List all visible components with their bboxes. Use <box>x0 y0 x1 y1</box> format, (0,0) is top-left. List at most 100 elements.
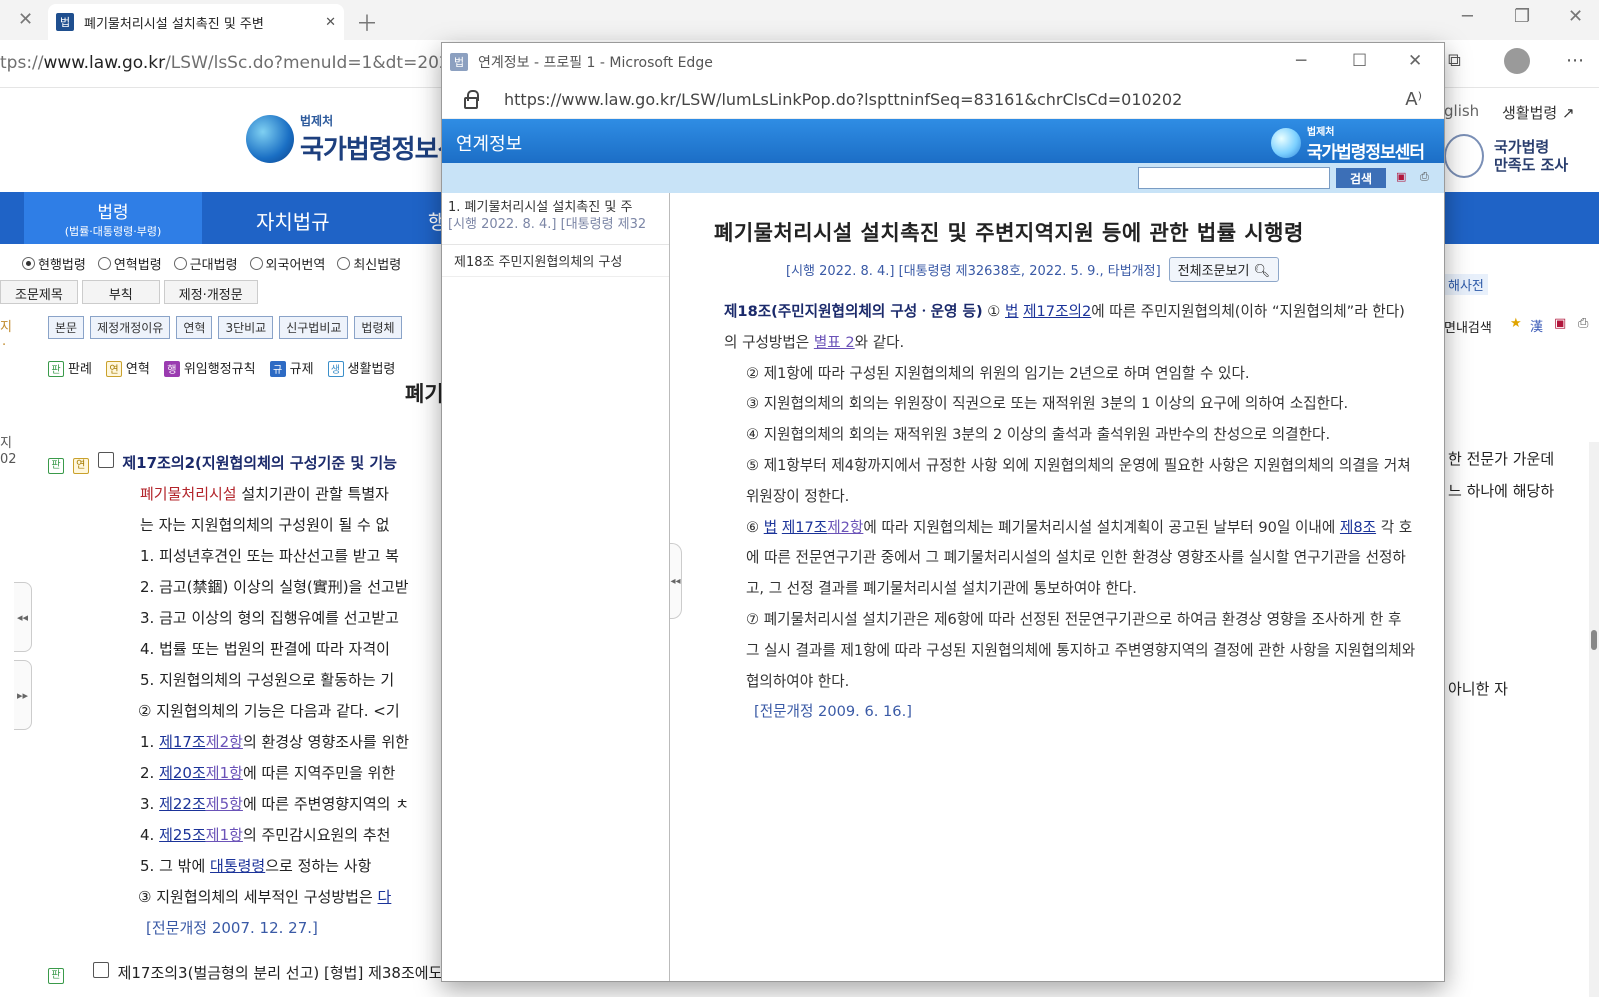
popup-url: https://www.law.go.kr/LSW/lumLsLinkPop.d… <box>504 90 1183 109</box>
article-link[interactable]: 제20조 <box>159 764 206 782</box>
article-link[interactable]: 제25조 <box>159 826 206 844</box>
article-link[interactable]: 제17조의2 <box>1023 303 1091 320</box>
bg-link[interactable]: 다 <box>378 888 392 906</box>
more-icon[interactable]: ⋯ <box>1566 50 1584 71</box>
article-checkbox[interactable] <box>97 452 114 468</box>
collapse-tree-icon[interactable]: ◂◂ <box>670 543 682 619</box>
tree-article-item[interactable]: 제18조 주민지원협의체의 구성 <box>442 245 669 277</box>
side-snip: 지 <box>0 436 12 451</box>
popup-search-input[interactable] <box>1138 167 1330 189</box>
law-link[interactable]: 법 <box>764 519 777 536</box>
site-logo[interactable]: 법제처 국가법령정보센 <box>246 112 461 166</box>
legend-regulation[interactable]: 규 규제 <box>269 358 314 377</box>
tab-addenda[interactable]: 부칙 <box>81 280 160 304</box>
btn-history[interactable]: 연혁 <box>176 316 213 339</box>
bg-scrollbar[interactable] <box>1589 442 1599 997</box>
logo-swirl-icon <box>1270 128 1301 158</box>
save-icon[interactable]: ▣ <box>1554 316 1566 331</box>
legend-history[interactable]: 연 연혁 <box>105 358 150 377</box>
bg-right-fragment: 한 전문가 가운데 <box>1448 450 1555 468</box>
paragraph-6: ⑥ 법 제17조제2항에 따라 지원협의체는 폐기물처리시설 설치계획이 공고된… <box>746 518 1413 598</box>
radio-modern[interactable]: 근대법령 <box>173 254 238 273</box>
tab-close-icon[interactable]: ✕ <box>325 15 336 30</box>
law-link[interactable]: 법 <box>1005 303 1018 320</box>
side-snip: 02 <box>0 452 17 467</box>
article-18: 제18조(주민지원협의체의 구성ㆍ운영 등) ① 법 제17조의2에 따른 주민… <box>724 297 1416 728</box>
restore-icon[interactable]: ❐ <box>1514 6 1530 27</box>
paragraph-3: ③ 지원협의체의 회의는 위원장이 직권으로 또는 재적위원 3분의 1 이상의… <box>746 395 1349 413</box>
hanja-icon[interactable]: 漢 <box>1530 316 1543 335</box>
bg-right-fragment: 아니한 자 <box>1448 680 1508 698</box>
window-close-icon[interactable]: ✕ <box>1568 6 1583 27</box>
law-favicon-icon: 법 <box>450 53 468 71</box>
profile-avatar[interactable] <box>1504 48 1530 74</box>
article-link[interactable]: 제17조 <box>782 519 827 536</box>
paragraph-link[interactable]: 제1항 <box>206 764 243 782</box>
collections-icon[interactable]: ⧉ <box>1448 50 1461 71</box>
popup-logo[interactable]: 법제처 국가법령정보센터 <box>1270 123 1425 163</box>
side-snip: 지 <box>0 320 12 335</box>
legend-precedent[interactable]: 판 판례 <box>48 358 92 377</box>
expand-right-icon[interactable]: ▸▸ <box>14 660 32 730</box>
legend-life-law[interactable]: 생 생활법령 <box>327 358 395 377</box>
radio-latest[interactable]: 최신법령 <box>337 254 401 273</box>
article-checkbox[interactable] <box>92 962 109 978</box>
btn-3way[interactable]: 3단비교 <box>218 316 274 339</box>
radio-history[interactable]: 연혁법령 <box>97 254 162 273</box>
popup-maximize-icon[interactable]: ☐ <box>1352 51 1367 71</box>
paragraph-link[interactable]: 제2항 <box>206 733 243 751</box>
browser-tabbar: ✕ 법 폐기물처리시설 설치촉진 및 주변 ✕ ＋ ─ ❐ ✕ <box>0 0 1599 40</box>
popup-titlebar[interactable]: 법 연계정보 - 프로필 1 - Microsoft Edge ─ ☐ ✕ <box>442 43 1444 81</box>
tab-enactment[interactable]: 제정·개정문 <box>163 280 258 304</box>
tab-article-title[interactable]: 조문제목 <box>0 280 78 304</box>
side-snip: . <box>2 334 7 349</box>
popup-body: 1. 폐기물처리시설 설치촉진 및 주 [시행 2022. 8. 4.] [대통… <box>442 193 1444 981</box>
legend-admin-rule[interactable]: 행 위임행정규칙 <box>163 358 256 377</box>
history-tag-icon[interactable]: 연 <box>72 457 89 474</box>
popup-address-bar[interactable]: https://www.law.go.kr/LSW/lumLsLinkPop.d… <box>442 81 1444 119</box>
read-aloud-icon[interactable]: A⁾ <box>1405 89 1422 110</box>
popup-banner-title: 연계정보 <box>456 134 523 155</box>
btn-reason[interactable]: 제정개정이유 <box>90 316 171 339</box>
new-tab-icon[interactable]: ＋ <box>356 6 378 38</box>
close-tab-icon[interactable]: ✕ <box>18 9 33 30</box>
btn-compare[interactable]: 신구법비교 <box>279 316 349 339</box>
minimize-icon[interactable]: ─ <box>1462 6 1473 27</box>
btn-body[interactable]: 본문 <box>48 316 85 339</box>
life-law-link[interactable]: 생활법령 ↗ <box>1502 102 1575 123</box>
satisfaction-survey[interactable]: 국가법령 만족도 조사 <box>1444 134 1568 178</box>
collapse-left-icon[interactable]: ◂◂ <box>14 582 32 652</box>
print-icon[interactable]: ⎙ <box>1420 170 1434 184</box>
precedent-tag-icon[interactable]: 판 <box>48 967 64 984</box>
browser-tab[interactable]: 법 폐기물처리시설 설치촉진 및 주변 ✕ <box>48 4 344 40</box>
in-page-search[interactable]: 면내검색 <box>1444 317 1492 336</box>
print-icon[interactable]: ⎙ <box>1578 316 1588 331</box>
view-full-articles-button[interactable]: 전체조문보기 🔍︎ <box>1168 257 1280 282</box>
sub-tabs: 조문제목 부칙 제정·개정문 <box>0 280 262 304</box>
nav-local-law[interactable]: 자치법규 <box>256 206 330 235</box>
article-link[interactable]: 제22조 <box>159 795 206 813</box>
paragraph-link[interactable]: 제1항 <box>206 826 243 844</box>
btn-system[interactable]: 법령체 <box>354 316 402 339</box>
decree-link[interactable]: 대통령령 <box>210 857 265 875</box>
popup-close-icon[interactable]: ✕ <box>1408 51 1422 71</box>
star-icon[interactable]: ★ <box>1510 316 1522 331</box>
paragraph-link[interactable]: 제2항 <box>827 519 863 536</box>
article-link[interactable]: 제17조 <box>159 733 206 751</box>
article-link[interactable]: 제8조 <box>1340 519 1376 536</box>
radio-foreign[interactable]: 외국어번역 <box>249 254 325 273</box>
dictionary-button[interactable]: 해사전 <box>1444 274 1488 295</box>
nav-law[interactable]: 법령 (법률·대통령령·부령) <box>24 192 202 244</box>
revision-note: [전문개정 2009. 6. 16.] <box>754 703 912 721</box>
appendix-link[interactable]: 별표 2 <box>814 334 855 351</box>
tree-law-item[interactable]: 1. 폐기물처리시설 설치촉진 및 주 [시행 2022. 8. 4.] [대통… <box>442 193 669 245</box>
popup-minimize-icon[interactable]: ─ <box>1296 51 1306 71</box>
logo-small: 법제처 <box>300 114 334 128</box>
paragraph-link[interactable]: 제5항 <box>206 795 243 813</box>
english-link[interactable]: glish <box>1444 102 1479 120</box>
save-icon[interactable]: ▣ <box>1396 170 1410 184</box>
popup-search-bar: 검색 ▣ ⎙ <box>442 163 1444 193</box>
radio-current[interactable]: 현행법령 <box>22 254 86 273</box>
precedent-tag-icon[interactable]: 판 <box>48 457 64 474</box>
popup-search-button[interactable]: 검색 <box>1336 168 1386 188</box>
